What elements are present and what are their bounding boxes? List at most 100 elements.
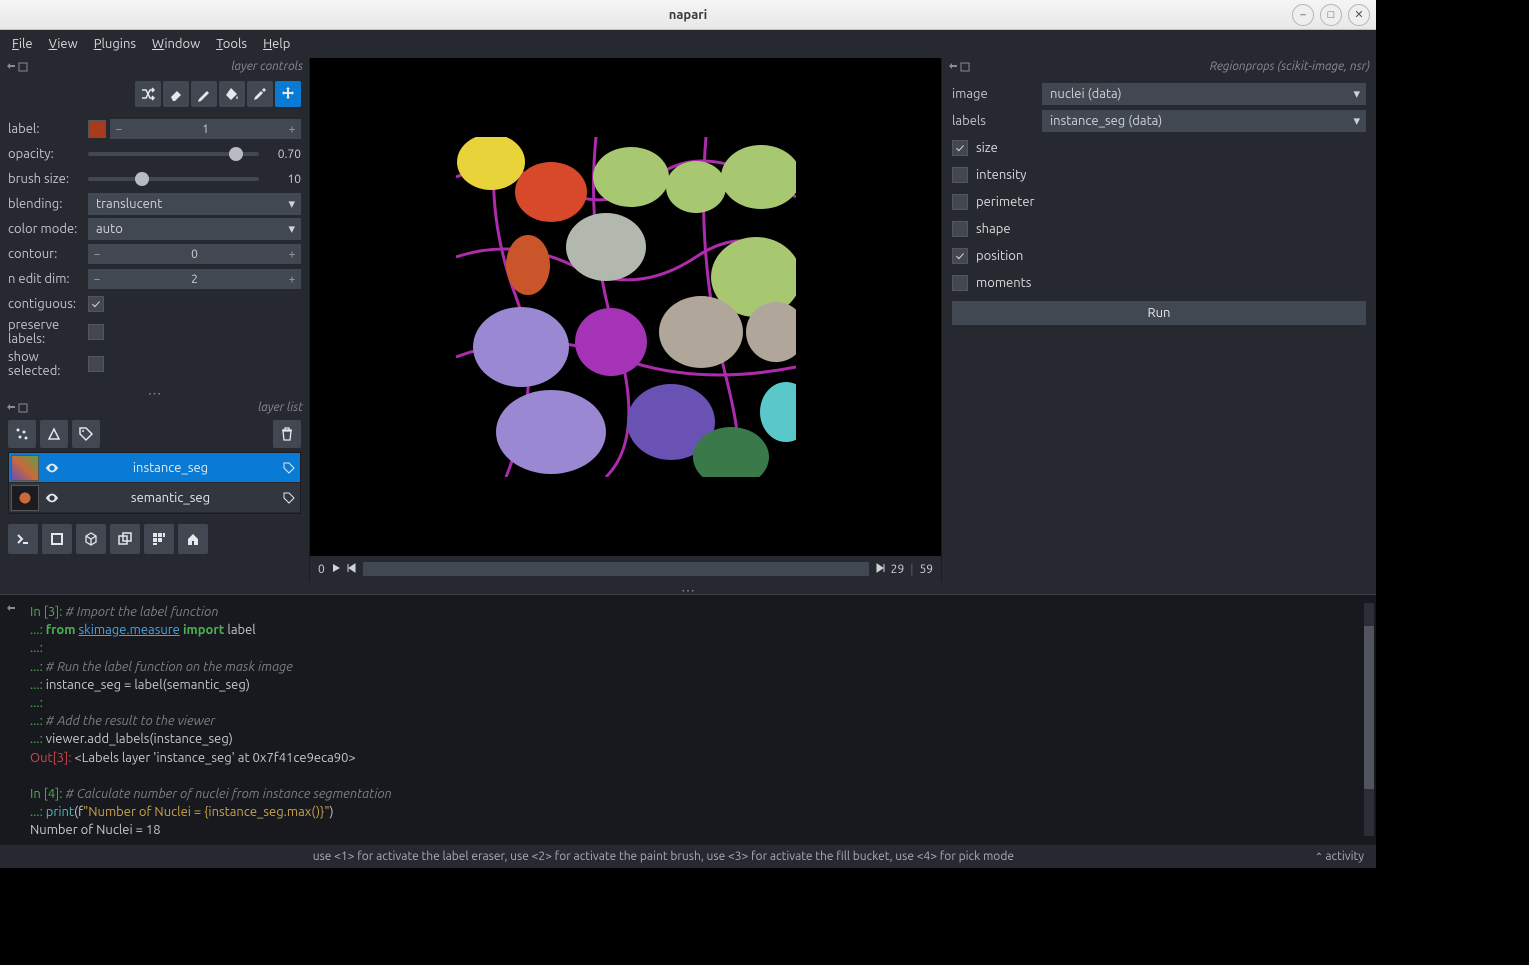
minus-icon[interactable]: −	[88, 269, 106, 289]
checkbox-moments[interactable]	[952, 275, 968, 291]
new-labels-button[interactable]	[72, 420, 100, 448]
dims-slider[interactable]: 0 29 | 59	[310, 556, 941, 582]
opacity-slider[interactable]: 0.70	[88, 144, 301, 164]
console-resize-handle[interactable]: ⋯	[0, 582, 1376, 594]
blending-combo[interactable]: translucent ▾	[88, 193, 301, 215]
activity-button[interactable]: activity	[1315, 850, 1364, 863]
console-scrollbar[interactable]	[1364, 603, 1374, 836]
close-button[interactable]: ✕	[1348, 4, 1370, 26]
run-button[interactable]: Run	[952, 301, 1366, 325]
canvas[interactable]	[310, 58, 941, 556]
label-label: label:	[8, 122, 88, 136]
opacity-label: opacity:	[8, 147, 88, 161]
checkbox-label-size: size	[976, 141, 998, 155]
visibility-toggle[interactable]	[41, 491, 63, 505]
colormode-combo[interactable]: auto ▾	[88, 218, 301, 240]
minimize-button[interactable]: –	[1292, 4, 1314, 26]
visibility-toggle[interactable]	[41, 461, 63, 475]
contour-label: contour:	[8, 247, 88, 261]
layer-name: semantic_seg	[63, 491, 278, 505]
chevron-down-icon: ▾	[288, 222, 295, 237]
console[interactable]: In [3]: # Import the label function ...:…	[0, 594, 1376, 844]
popout-icon[interactable]	[6, 601, 16, 611]
nedit-spinbox[interactable]: − 2 +	[88, 269, 301, 289]
titlebar: napari – □ ✕	[0, 0, 1376, 30]
grid-toggle-button[interactable]	[144, 524, 174, 554]
right-panel: Regionprops (scikit-image, nsr) image nu…	[941, 58, 1376, 582]
viewer-buttons	[0, 518, 309, 560]
showselected-label: show selected:	[8, 350, 88, 379]
layer-list: instance_seg semantic_seg	[8, 452, 301, 514]
checkbox-position[interactable]	[952, 248, 968, 264]
plus-icon[interactable]: +	[283, 269, 301, 289]
left-panel: layer controls label: − 1 +	[0, 58, 310, 582]
checkbox-shape[interactable]	[952, 221, 968, 237]
layer-item-instance_seg[interactable]: instance_seg	[9, 453, 300, 483]
float-icon[interactable]	[960, 62, 970, 72]
dim-pos: 29	[891, 563, 905, 576]
popout-icon[interactable]	[6, 403, 16, 413]
image-combo[interactable]: nuclei (data) ▾	[1042, 83, 1366, 105]
ndisplay-3d-button[interactable]	[76, 524, 106, 554]
paint-button[interactable]	[191, 81, 217, 107]
contour-spinbox[interactable]: − 0 +	[88, 244, 301, 264]
status-hint: use <1> for activate the label eraser, u…	[12, 850, 1315, 863]
new-shapes-button[interactable]	[40, 420, 68, 448]
popout-icon[interactable]	[6, 62, 16, 72]
window-title: napari	[669, 8, 707, 22]
plus-icon[interactable]: +	[283, 244, 301, 264]
layer-list-title: layer list	[258, 401, 303, 414]
checkbox-perimeter[interactable]	[952, 194, 968, 210]
plus-icon[interactable]: +	[283, 119, 301, 139]
menu-view[interactable]: View	[49, 37, 78, 51]
layer-thumbnail	[11, 485, 39, 511]
image-label: image	[952, 87, 1042, 101]
menubar: File View Plugins Window Tools Help	[0, 30, 1376, 58]
minus-icon[interactable]: −	[110, 119, 128, 139]
checkbox-label-perimeter: perimeter	[976, 195, 1034, 209]
play-button[interactable]	[331, 563, 341, 576]
fill-button[interactable]	[219, 81, 245, 107]
label-spinbox[interactable]: − 1 +	[110, 119, 301, 139]
maximize-button[interactable]: □	[1320, 4, 1342, 26]
reset-view-button[interactable]	[178, 524, 208, 554]
colormode-label: color mode:	[8, 222, 88, 236]
delete-layer-button[interactable]	[273, 420, 301, 448]
menu-plugins[interactable]: Plugins	[94, 37, 136, 51]
checkbox-size[interactable]	[952, 140, 968, 156]
labels-combo[interactable]: instance_seg (data) ▾	[1042, 110, 1366, 132]
console-toggle-button[interactable]	[8, 524, 38, 554]
label-color-swatch[interactable]	[88, 120, 106, 138]
resize-handle[interactable]: ⋯	[0, 385, 309, 399]
statusbar: use <1> for activate the label eraser, u…	[0, 844, 1376, 868]
popout-icon[interactable]	[948, 62, 958, 72]
shuffle-colors-button[interactable]	[135, 81, 161, 107]
chevron-down-icon: ▾	[1353, 114, 1360, 129]
brush-slider[interactable]: 10	[88, 169, 301, 189]
step-fwd-button[interactable]	[875, 563, 885, 576]
ndisplay-2d-button[interactable]	[42, 524, 72, 554]
menu-help[interactable]: Help	[263, 37, 290, 51]
new-points-button[interactable]	[8, 420, 36, 448]
regionprops-title: Regionprops (scikit-image, nsr)	[1210, 60, 1370, 73]
float-icon[interactable]	[18, 62, 28, 72]
checkbox-intensity[interactable]	[952, 167, 968, 183]
preserve-checkbox[interactable]	[88, 324, 104, 340]
float-icon[interactable]	[18, 403, 28, 413]
menu-tools[interactable]: Tools	[216, 37, 247, 51]
picker-button[interactable]	[247, 81, 273, 107]
brush-label: brush size:	[8, 172, 88, 186]
contiguous-checkbox[interactable]	[88, 296, 104, 312]
menu-window[interactable]: Window	[152, 37, 200, 51]
dim-max: 59	[919, 563, 933, 576]
layer-list-header: layer list	[0, 399, 309, 416]
menu-file[interactable]: File	[12, 37, 33, 51]
layer-item-semantic_seg[interactable]: semantic_seg	[9, 483, 300, 513]
step-back-button[interactable]	[347, 563, 357, 576]
panzoom-button[interactable]	[275, 81, 301, 107]
nedit-label: n edit dim:	[8, 272, 88, 286]
minus-icon[interactable]: −	[88, 244, 106, 264]
showselected-checkbox[interactable]	[88, 356, 104, 372]
roll-dims-button[interactable]	[110, 524, 140, 554]
erase-button[interactable]	[163, 81, 189, 107]
